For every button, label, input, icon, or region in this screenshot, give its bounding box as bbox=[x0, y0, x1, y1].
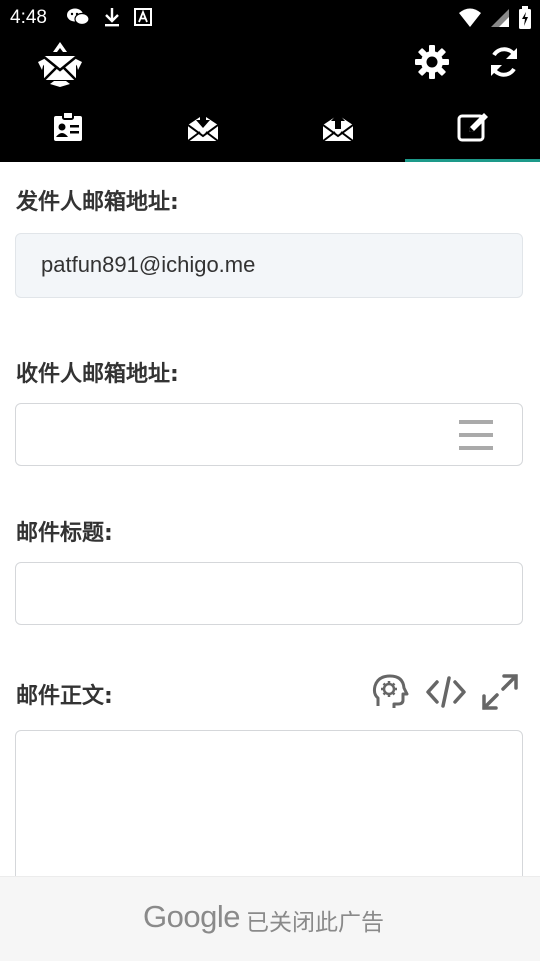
ad-banner: Google 已关闭此广告 bbox=[0, 876, 540, 961]
refresh-icon[interactable] bbox=[486, 44, 522, 80]
a-icon bbox=[134, 8, 152, 30]
inbox-download-icon bbox=[186, 111, 220, 147]
sender-value: patfun891@ichigo.me bbox=[41, 252, 256, 277]
sender-label: 发件人邮箱地址: bbox=[16, 190, 179, 215]
code-icon[interactable] bbox=[426, 675, 466, 713]
gear-icon[interactable] bbox=[414, 44, 450, 80]
status-time: 4:48 bbox=[10, 7, 47, 28]
ad-closed-text: 已关闭此广告 bbox=[246, 910, 384, 936]
tab-outbox[interactable] bbox=[270, 96, 405, 162]
tab-bar bbox=[0, 96, 540, 162]
wifi-icon bbox=[458, 7, 482, 33]
app-bar bbox=[0, 36, 540, 162]
recipient-field[interactable] bbox=[15, 403, 523, 466]
body-toolbar bbox=[370, 672, 518, 716]
tab-inbox[interactable] bbox=[135, 96, 270, 162]
download-icon bbox=[102, 6, 122, 32]
recycle-mail-logo[interactable] bbox=[36, 40, 84, 88]
ai-brain-icon[interactable] bbox=[370, 672, 410, 716]
expand-icon[interactable] bbox=[482, 674, 518, 714]
body-label: 邮件正文: bbox=[16, 684, 113, 709]
battery-icon bbox=[518, 6, 532, 34]
google-logo: Google bbox=[143, 899, 240, 934]
outbox-upload-icon bbox=[321, 111, 355, 147]
tab-contacts[interactable] bbox=[0, 96, 135, 162]
subject-field[interactable] bbox=[15, 562, 523, 625]
tab-compose[interactable] bbox=[405, 96, 540, 162]
recipient-label: 收件人邮箱地址: bbox=[16, 362, 179, 387]
compose-icon bbox=[457, 111, 489, 147]
status-bar: 4:48 bbox=[0, 0, 540, 36]
contact-card-icon bbox=[52, 111, 84, 147]
signal-icon bbox=[490, 7, 510, 33]
sender-field[interactable]: patfun891@ichigo.me bbox=[15, 233, 523, 298]
menu-icon[interactable] bbox=[458, 418, 496, 452]
subject-label: 邮件标题: bbox=[16, 521, 113, 546]
wechat-icon bbox=[66, 6, 90, 32]
